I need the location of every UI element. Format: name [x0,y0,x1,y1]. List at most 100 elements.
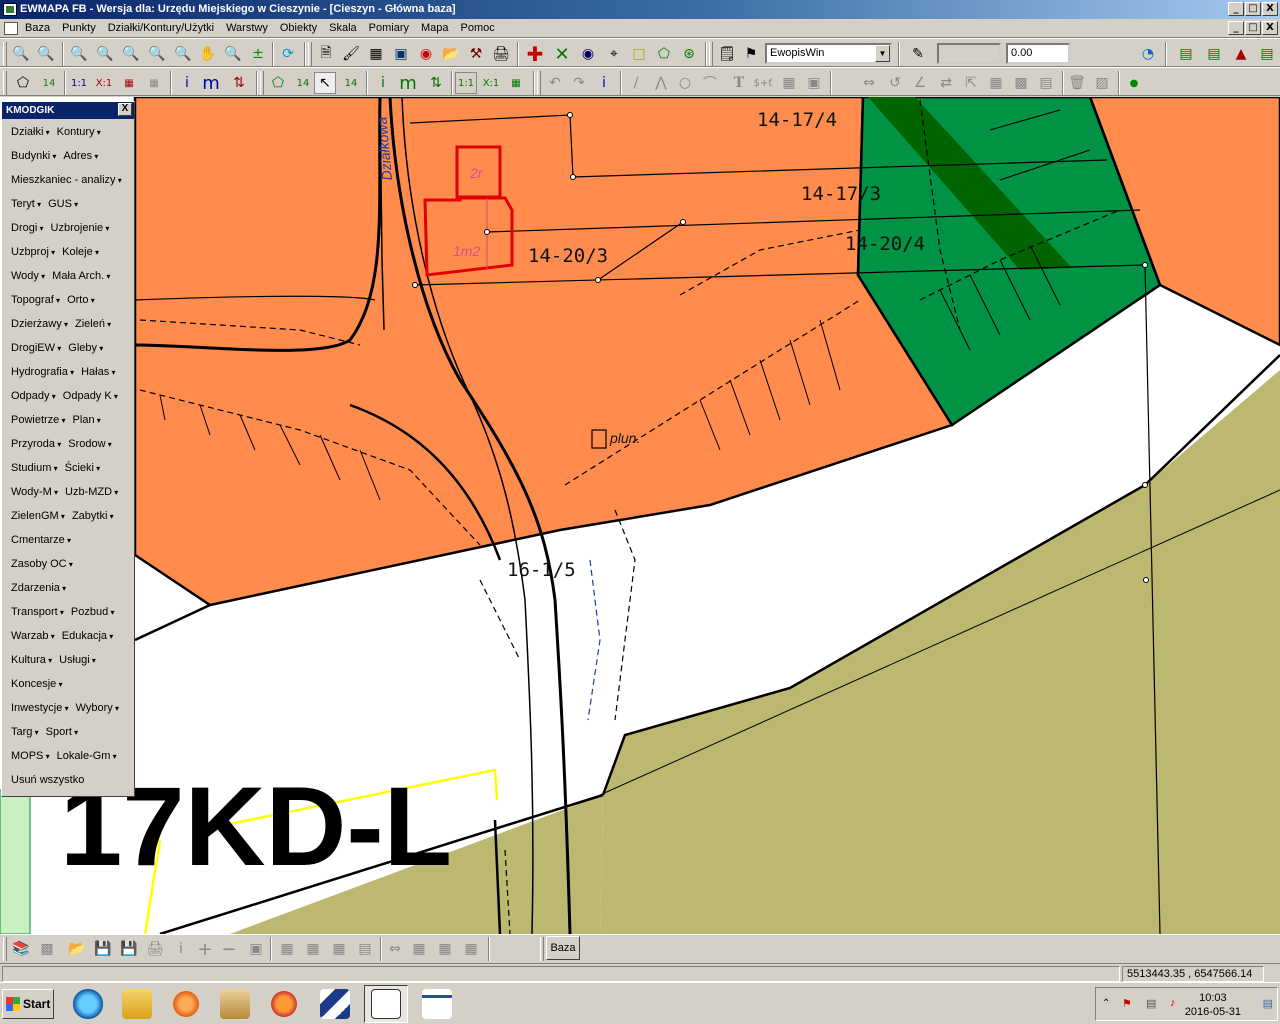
panel-item-zielen[interactable]: Zieleń [75,318,111,342]
snap-point-icon[interactable]: ● [1123,72,1145,94]
menu-skala[interactable]: Skala [329,22,363,34]
panel-item-pozbud[interactable]: Pozbud [71,606,115,630]
attributes-icon[interactable]: ▤ [1035,72,1057,94]
symbol-icon[interactable]: ▦ [778,72,800,94]
notes-taskbar-button[interactable] [415,985,459,1023]
fence-icon[interactable]: ▤ [1175,43,1197,65]
car-icon[interactable]: ▲ [1230,43,1252,65]
panel-item-warzab[interactable]: Warzab [11,630,55,654]
edit-scale-1-1-icon[interactable]: 1:1 [455,72,477,94]
panel-item-scieki[interactable]: Ścieki [65,462,101,486]
panel-item-gus[interactable]: GUS [48,198,78,222]
chevron-down-icon[interactable]: ▼ [875,45,890,62]
properties-icon[interactable]: ▩ [1010,72,1032,94]
paint-bucket-icon[interactable]: ◔ [1137,43,1159,65]
tray-flag-icon[interactable]: ⚑ [1122,997,1132,1010]
info-m-icon[interactable]: m [200,72,222,94]
panel-item-mala-arch[interactable]: Mała Arch. [52,270,110,294]
edit-scale-x1-icon[interactable]: X:1 [480,72,502,94]
edit-polygon-icon[interactable]: ⬠ [267,72,289,94]
break-icon[interactable]: ▦ [985,72,1007,94]
panel-item-orto[interactable]: Orto [67,294,95,318]
panel-item-cmentarze[interactable]: Cmentarze [11,534,71,558]
text-tool2-icon[interactable]: $+ť [752,72,774,94]
edit-info-i-icon[interactable]: i [372,72,394,94]
menu-pomiary[interactable]: Pomiary [369,22,415,34]
edit-14b-icon[interactable]: 14 [340,72,362,94]
panel-item-drogiew[interactable]: DrogiEW [11,342,61,366]
menu-baza[interactable]: Baza [25,22,56,34]
zoom-previous-icon[interactable]: 🔍 [94,43,116,65]
tray-expand-icon[interactable]: ⌃ [1102,998,1110,1009]
tray-volume-icon[interactable]: ♪ [1170,997,1176,1009]
info-point-icon[interactable]: ⇅ [228,72,250,94]
panel-item-wody-m[interactable]: Wody-M [11,486,58,510]
map-canvas[interactable]: Działkowa 14-17/4 14-17/3 14-20/3 14-20/… [0,97,1280,934]
panel-item-uzbrojenie[interactable]: Uzbrojenie [51,222,110,246]
zoom-all-icon[interactable]: 🔍 [120,43,142,65]
color-wheel-icon[interactable]: ◉ [415,43,437,65]
book-icon[interactable]: 📚 [10,938,32,960]
panel-item-inwestycje[interactable]: Inwestycje [11,702,69,726]
scale-icon[interactable]: ⇱ [960,72,982,94]
zoom-point-icon[interactable]: 🔍 [222,43,244,65]
panel-item-wody[interactable]: Wody [11,270,45,294]
panel-item-mieszkaniec[interactable]: Mieszkaniec - analizy [11,174,122,198]
panel-item-transport[interactable]: Transport [11,606,64,630]
panel-item-odpady-k[interactable]: Odpady K [63,390,118,414]
panel-item-edukacja[interactable]: Edukacja [62,630,114,654]
select-polygon-icon[interactable]: ⬠ [12,72,34,94]
panel-item-koncesje[interactable]: Koncesje [11,678,63,702]
mirror-icon[interactable]: ⇄ [935,72,957,94]
panel-item-uzb-mzd[interactable]: Uzb-MZD [65,486,118,510]
layer-combo[interactable]: EwopisWin ▼ [765,43,892,64]
resize-grip-icon[interactable] [1266,966,1278,982]
tools-icon[interactable]: ⚒ [465,43,487,65]
panel-item-hydrografia[interactable]: Hydrografia [11,366,74,390]
close-button[interactable]: X [1262,2,1278,16]
print-icon[interactable]: 🖨 [490,43,512,65]
panel-item-studium[interactable]: Studium [11,462,58,486]
maximize-button[interactable]: □ [1245,2,1261,16]
circle-draw-icon[interactable]: ○ [674,72,696,94]
layer-properties-icon[interactable]: 🗒 [716,43,738,65]
panel-item-zasoby-oc[interactable]: Zasoby OC [11,558,73,582]
rectangle-icon[interactable]: □ [628,43,650,65]
layer-tool-icon[interactable]: ⚑ [740,43,762,65]
panel-item-uzbproj[interactable]: Uzbproj [11,246,55,270]
panel-item-kontury[interactable]: Kontury [57,126,101,150]
panel-item-zabytki[interactable]: Zabytki [72,510,114,534]
circle-icon[interactable]: ◉ [577,43,599,65]
toolbar-grip[interactable] [3,42,7,66]
panel-item-kultura[interactable]: Kultura [11,654,52,678]
text-tool-icon[interactable]: T [728,72,750,94]
start-button[interactable]: Start [2,989,54,1019]
ie-taskbar-button[interactable] [66,985,110,1023]
move-icon[interactable]: ⇔ [858,72,880,94]
zoom-scale-icon[interactable]: ± [247,43,269,65]
panel-item-sport[interactable]: Sport [46,726,79,750]
menu-mapa[interactable]: Mapa [421,22,455,34]
zoom-in-icon[interactable]: 🔍 [10,43,32,65]
polygon-icon[interactable]: ⬠ [653,43,675,65]
measure-14-icon[interactable]: 14 [38,72,60,94]
panel-item-srodow[interactable]: Srodow [68,438,112,462]
panel-item-plan[interactable]: Plan [73,414,101,438]
media-taskbar-button[interactable] [164,985,208,1023]
undo-icon[interactable]: ↶ [544,72,566,94]
menu-dzialki[interactable]: Działki/Kontury/Użytki [108,22,220,34]
edit-14-icon[interactable]: 14 [292,72,314,94]
panel-item-halas[interactable]: Hałas [81,366,115,390]
map-view[interactable]: Działkowa 14-17/4 14-17/3 14-20/3 14-20/… [0,97,1280,934]
panel-item-powietrze[interactable]: Powietrze [11,414,66,438]
pan-hand-icon[interactable]: ✋ [197,43,219,65]
polyline-draw-icon[interactable]: ⋀ [650,72,672,94]
line-icon[interactable]: ∕ [625,72,647,94]
scale-1-1-icon[interactable]: 1:1 [68,72,90,94]
panel-item-wybory[interactable]: Wybory [76,702,119,726]
panel-item-gleby[interactable]: Gleby [68,342,103,366]
export-icon[interactable]: 📂 [440,43,462,65]
panel-item-mops[interactable]: MOPS [11,750,50,774]
panel-item-budynki[interactable]: Budynki [11,150,56,174]
select-objects-icon[interactable]: ▦ [365,43,387,65]
